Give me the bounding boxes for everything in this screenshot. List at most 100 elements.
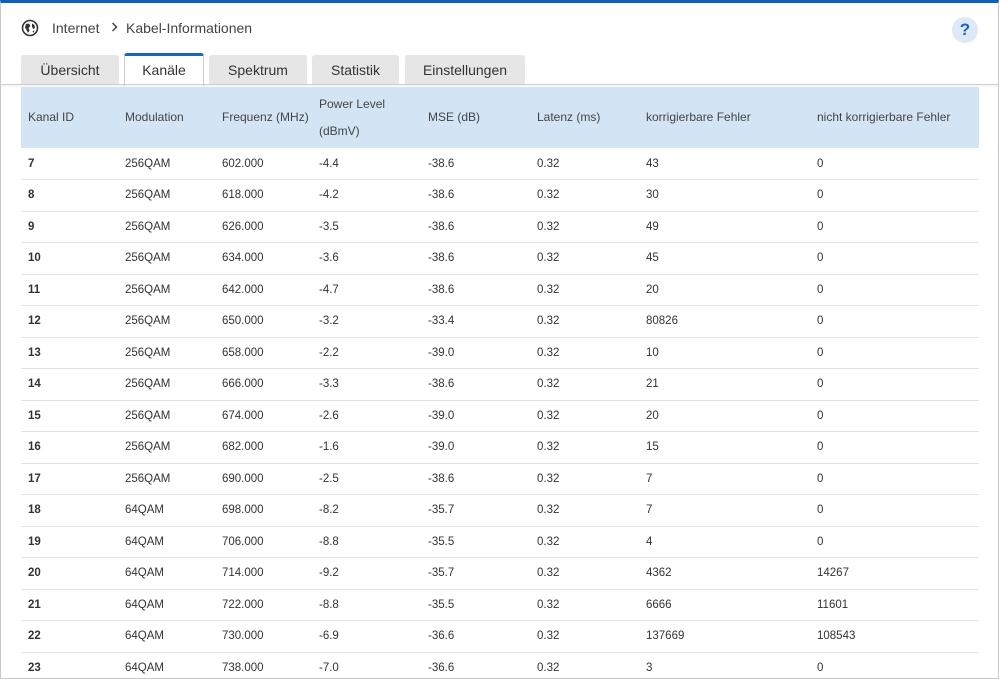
cell-nicht-korrigierbare-fehler: 0 bbox=[817, 346, 824, 359]
tab-kanaele[interactable]: Kanäle bbox=[124, 53, 204, 86]
cell-power-level: -4.4 bbox=[319, 157, 339, 170]
cell-modulation: 64QAM bbox=[125, 661, 164, 674]
cell-power-level: -4.7 bbox=[319, 283, 339, 296]
cell-power-level: -9.2 bbox=[319, 567, 339, 580]
cell-modulation: 64QAM bbox=[125, 567, 164, 580]
header-modulation[interactable]: Modulation bbox=[118, 87, 215, 148]
help-icon[interactable]: ? bbox=[952, 17, 978, 43]
cell-frequenz: 674.000 bbox=[222, 409, 264, 422]
cell-korrigierbare-fehler: 20 bbox=[646, 283, 659, 296]
cell-kanal-id: 8 bbox=[28, 189, 35, 202]
cell-power-level: -2.5 bbox=[319, 472, 339, 485]
cell-kanal-id: 23 bbox=[28, 661, 41, 674]
breadcrumb-current: Kabel-Informationen bbox=[126, 20, 253, 36]
cell-power-level: -3.6 bbox=[319, 252, 339, 265]
cell-frequenz: 658.000 bbox=[222, 346, 264, 359]
channel-table: Kanal ID Modulation Frequenz (MHz) Power… bbox=[21, 87, 979, 678]
table-body: 7 256QAM 602.000 -4.4 -38.6 0.32 43 0 8 256QAM 618… bbox=[21, 148, 979, 678]
header-nicht-korrigierbare-fehler[interactable]: nicht korrigierbare Fehler bbox=[810, 87, 979, 148]
table-row: 9 256QAM 626.000 -3.5 -38.6 0.32 49 0 bbox=[21, 211, 979, 243]
cell-nicht-korrigierbare-fehler: 14267 bbox=[817, 567, 849, 580]
cell-mse: -35.5 bbox=[428, 598, 455, 611]
cell-nicht-korrigierbare-fehler: 108543 bbox=[817, 630, 856, 643]
cell-mse: -38.6 bbox=[428, 378, 455, 391]
cell-korrigierbare-fehler: 49 bbox=[646, 220, 659, 233]
table-row: 8 256QAM 618.000 -4.2 -38.6 0.32 30 0 bbox=[21, 180, 979, 211]
cell-mse: -39.0 bbox=[428, 409, 455, 422]
cell-latenz: 0.32 bbox=[537, 252, 560, 265]
cell-nicht-korrigierbare-fehler: 0 bbox=[817, 661, 824, 674]
cell-mse: -39.0 bbox=[428, 346, 455, 359]
cell-power-level: -8.2 bbox=[319, 504, 339, 517]
cell-power-level: -3.2 bbox=[319, 315, 339, 328]
cell-latenz: 0.32 bbox=[537, 346, 560, 359]
cell-frequenz: 730.000 bbox=[222, 630, 264, 643]
cell-mse: -36.6 bbox=[428, 630, 455, 643]
cell-mse: -39.0 bbox=[428, 441, 455, 454]
cell-kanal-id: 13 bbox=[28, 346, 41, 359]
cell-mse: -35.5 bbox=[428, 535, 455, 548]
table-row: 7 256QAM 602.000 -4.4 -38.6 0.32 43 0 bbox=[21, 148, 979, 180]
cell-korrigierbare-fehler: 80826 bbox=[646, 315, 678, 328]
cell-korrigierbare-fehler: 137669 bbox=[646, 630, 685, 643]
table-row: 14 256QAM 666.000 -3.3 -38.6 0.32 21 0 bbox=[21, 369, 979, 400]
cell-frequenz: 642.000 bbox=[222, 283, 264, 296]
tab-bar: Übersicht Kanäle Spektrum Statistik Eins… bbox=[21, 53, 981, 86]
cell-frequenz: 690.000 bbox=[222, 472, 264, 485]
cell-nicht-korrigierbare-fehler: 0 bbox=[817, 472, 824, 485]
cell-kanal-id: 12 bbox=[28, 315, 41, 328]
cell-korrigierbare-fehler: 21 bbox=[646, 378, 659, 391]
cell-latenz: 0.32 bbox=[537, 504, 560, 517]
cell-frequenz: 706.000 bbox=[222, 535, 264, 548]
cell-nicht-korrigierbare-fehler: 11601 bbox=[817, 598, 849, 611]
breadcrumb-internet[interactable]: Internet bbox=[52, 20, 99, 36]
header-latenz[interactable]: Latenz (ms) bbox=[530, 87, 639, 148]
cell-modulation: 256QAM bbox=[125, 252, 171, 265]
cell-nicht-korrigierbare-fehler: 0 bbox=[817, 409, 824, 422]
cell-kanal-id: 21 bbox=[28, 598, 41, 611]
cell-power-level: -7.0 bbox=[319, 661, 339, 674]
cell-latenz: 0.32 bbox=[537, 378, 560, 391]
cell-korrigierbare-fehler: 4 bbox=[646, 535, 653, 548]
cell-mse: -38.6 bbox=[428, 472, 455, 485]
cell-kanal-id: 22 bbox=[28, 630, 41, 643]
cell-mse: -35.7 bbox=[428, 504, 455, 517]
tab-spektrum[interactable]: Spektrum bbox=[209, 55, 307, 85]
header-kanal-id[interactable]: Kanal ID bbox=[21, 87, 118, 148]
cell-modulation: 256QAM bbox=[125, 441, 171, 454]
table-row: 18 64QAM 698.000 -8.2 -35.7 0.32 7 0 bbox=[21, 495, 979, 526]
header-mse[interactable]: MSE (dB) bbox=[421, 87, 530, 148]
header-frequenz[interactable]: Frequenz (MHz) bbox=[215, 87, 312, 148]
tab-uebersicht[interactable]: Übersicht bbox=[21, 55, 119, 85]
cell-power-level: -4.2 bbox=[319, 189, 339, 202]
cell-modulation: 256QAM bbox=[125, 157, 171, 170]
cell-power-level: -8.8 bbox=[319, 598, 339, 611]
cell-power-level: -8.8 bbox=[319, 535, 339, 548]
header-power-level[interactable]: Power Level (dBmV) bbox=[312, 87, 421, 148]
cell-latenz: 0.32 bbox=[537, 535, 560, 548]
cell-power-level: -2.2 bbox=[319, 346, 339, 359]
cell-mse: -35.7 bbox=[428, 567, 455, 580]
cell-frequenz: 714.000 bbox=[222, 567, 264, 580]
cell-korrigierbare-fehler: 10 bbox=[646, 346, 659, 359]
cell-mse: -38.6 bbox=[428, 157, 455, 170]
tab-einstellungen[interactable]: Einstellungen bbox=[405, 55, 525, 85]
table-row: 22 64QAM 730.000 -6.9 -36.6 0.32 137669 108543 bbox=[21, 621, 979, 652]
cell-latenz: 0.32 bbox=[537, 283, 560, 296]
tab-statistik[interactable]: Statistik bbox=[312, 55, 399, 85]
page-header: Internet Kabel-Informationen ? bbox=[1, 3, 998, 53]
cell-korrigierbare-fehler: 20 bbox=[646, 409, 659, 422]
table-row: 21 64QAM 722.000 -8.8 -35.5 0.32 6666 11601 bbox=[21, 589, 979, 621]
cell-latenz: 0.32 bbox=[537, 441, 560, 454]
table-row: 16 256QAM 682.000 -1.6 -39.0 0.32 15 0 bbox=[21, 432, 979, 463]
cell-nicht-korrigierbare-fehler: 0 bbox=[817, 252, 824, 265]
cell-nicht-korrigierbare-fehler: 0 bbox=[817, 283, 824, 296]
cell-modulation: 256QAM bbox=[125, 472, 171, 485]
cell-korrigierbare-fehler: 7 bbox=[646, 472, 653, 485]
cell-korrigierbare-fehler: 3 bbox=[646, 661, 653, 674]
globe-icon bbox=[21, 19, 39, 37]
header-korrigierbare-fehler[interactable]: korrigierbare Fehler bbox=[639, 87, 810, 148]
cell-modulation: 64QAM bbox=[125, 630, 164, 643]
cell-nicht-korrigierbare-fehler: 0 bbox=[817, 220, 824, 233]
cell-kanal-id: 10 bbox=[28, 252, 41, 265]
